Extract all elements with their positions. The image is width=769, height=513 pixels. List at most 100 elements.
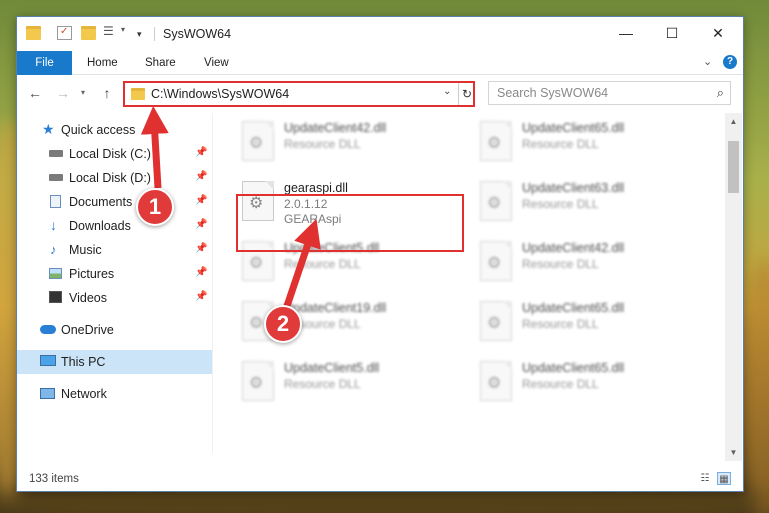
pin-icon[interactable]: 📌 (195, 291, 207, 302)
sidebar-item-label: This PC (61, 355, 106, 369)
maximize-button[interactable]: ☐ (649, 17, 695, 49)
computer-icon (40, 355, 56, 366)
file-tile[interactable]: ⚙ UpdateClient63.dll Resource DLL (472, 175, 702, 227)
file-description: Resource DLL (522, 137, 599, 151)
properties-icon[interactable]: ✓ (57, 26, 72, 40)
documents-icon (50, 195, 61, 208)
sidebar-item-music[interactable]: ♪ Music 📌 (17, 238, 212, 262)
pin-icon[interactable]: 📌 (195, 219, 207, 230)
file-name: UpdateClient19.dll (284, 301, 387, 315)
search-input[interactable]: Search SysWOW64 ⌕ (488, 81, 731, 105)
sidebar-item-quick-access[interactable]: ★ Quick access (17, 118, 212, 142)
file-tile[interactable]: ⚙ UpdateClient5.dll Resource DLL (234, 355, 464, 407)
sidebar-item-local-disk-c[interactable]: Local Disk (C:) 📌 (17, 142, 212, 166)
dll-file-icon: ⚙ (480, 301, 512, 341)
up-arrow-icon[interactable]: ↑ (97, 83, 117, 103)
scroll-down-icon[interactable]: ▼ (725, 444, 742, 461)
file-tile[interactable]: ⚙ UpdateClient42.dll Resource DLL (472, 235, 702, 287)
sidebar-item-local-disk-d[interactable]: Local Disk (D:) 📌 (17, 166, 212, 190)
pin-icon[interactable]: 📌 (195, 147, 207, 158)
file-description: Resource DLL (284, 137, 361, 151)
sidebar-item-label: Documents (69, 195, 133, 209)
forward-arrow-icon[interactable]: → (53, 83, 73, 103)
drive-icon (49, 150, 63, 157)
sidebar-item-downloads[interactable]: ↓ Downloads 📌 (17, 214, 212, 238)
pin-icon[interactable]: 📌 (195, 195, 207, 206)
tab-view[interactable]: View (204, 51, 229, 75)
details-view-icon[interactable]: ☷ (698, 472, 712, 485)
sidebar-item-pictures[interactable]: Pictures 📌 (17, 262, 212, 286)
title-bar: ✓ ☰ ▾ ▾ SysWOW64 — ☐ ✕ (17, 17, 743, 51)
close-button[interactable]: ✕ (695, 17, 741, 49)
search-placeholder: Search SysWOW64 (497, 86, 609, 100)
file-description: Resource DLL (522, 197, 599, 211)
tab-file[interactable]: File (17, 51, 72, 75)
file-description: Resource DLL (284, 257, 361, 271)
scroll-thumb[interactable] (728, 141, 739, 193)
dll-file-icon: ⚙ (480, 361, 512, 401)
sidebar-item-label: Quick access (61, 123, 136, 137)
ribbon-tabs: File Home Share View ⌄ ? (17, 51, 743, 75)
sidebar-item-label: OneDrive (61, 323, 114, 337)
search-icon[interactable]: ⌕ (717, 85, 724, 101)
sidebar-item-this-pc[interactable]: This PC (17, 350, 212, 374)
sidebar-item-videos[interactable]: Videos 📌 (17, 286, 212, 310)
back-arrow-icon[interactable]: ← (25, 83, 45, 103)
file-name: UpdateClient65.dll (522, 361, 625, 375)
divider (154, 27, 155, 41)
sidebar-item-onedrive[interactable]: OneDrive (17, 318, 212, 342)
pin-icon[interactable]: 📌 (195, 243, 207, 254)
dll-file-icon: ⚙ (242, 361, 274, 401)
pictures-icon (49, 268, 62, 279)
dll-file-icon: ⚙ (480, 121, 512, 161)
file-name: UpdateClient5.dll (284, 361, 380, 375)
scroll-up-icon[interactable]: ▲ (725, 113, 742, 130)
music-icon: ♪ (50, 242, 57, 257)
cloud-icon (40, 325, 56, 334)
recent-locations-icon[interactable]: ▾ (77, 83, 89, 103)
tab-share[interactable]: Share (145, 51, 176, 75)
file-name: UpdateClient42.dll (522, 241, 625, 255)
pin-icon[interactable]: 📌 (195, 171, 207, 182)
folder-icon (131, 88, 145, 100)
tiles-view-icon[interactable]: ▦ (717, 472, 731, 485)
file-name: gearaspi.dll (284, 181, 348, 195)
tab-home[interactable]: Home (87, 51, 118, 75)
file-description: Resource DLL (522, 377, 599, 391)
wallpaper-blob (740, 260, 769, 513)
drive-icon (49, 174, 63, 181)
customize-toolbar-icon[interactable]: ☰ ▾ (103, 24, 133, 40)
vertical-scrollbar[interactable]: ▲ ▼ (725, 113, 742, 461)
sidebar-item-label: Music (69, 243, 102, 257)
file-tile[interactable]: ⚙ UpdateClient65.dll Resource DLL (472, 355, 702, 407)
sidebar-item-label: Downloads (69, 219, 131, 233)
file-description: Resource DLL (284, 377, 361, 391)
help-icon[interactable]: ? (723, 55, 737, 69)
chevron-down-icon[interactable]: ▾ (137, 26, 147, 40)
sidebar-item-documents[interactable]: Documents 📌 (17, 190, 212, 214)
sidebar-item-label: Videos (69, 291, 107, 305)
file-tile[interactable]: ⚙ UpdateClient42.dll Resource DLL (234, 115, 464, 167)
window-title: SysWOW64 (163, 27, 232, 41)
address-dropdown-icon[interactable]: ⌄ (443, 86, 451, 97)
pin-icon[interactable]: 📌 (195, 267, 207, 278)
refresh-icon[interactable]: ↻ (458, 83, 475, 105)
sidebar-item-label: Network (61, 387, 107, 401)
file-name: UpdateClient63.dll (522, 181, 625, 195)
sidebar-item-network[interactable]: Network (17, 382, 212, 406)
file-explorer-window: ✓ ☰ ▾ ▾ SysWOW64 — ☐ ✕ File Home Share V… (16, 16, 744, 492)
address-bar[interactable]: C:\Windows\SysWOW64 ⌄ ↻ (123, 81, 475, 107)
file-description: Resource DLL (522, 257, 599, 271)
file-tile[interactable]: ⚙ UpdateClient65.dll Resource DLL (472, 295, 702, 347)
dll-file-icon: ⚙ (480, 181, 512, 221)
address-path[interactable]: C:\Windows\SysWOW64 (151, 87, 289, 101)
videos-icon (49, 291, 62, 303)
new-folder-icon[interactable] (81, 26, 96, 40)
status-bar: 133 items ☷ ▦ (17, 467, 743, 491)
file-name: UpdateClient65.dll (522, 121, 625, 135)
step-badge-2: 2 (264, 305, 302, 343)
file-description: Resource DLL (522, 317, 599, 331)
expand-ribbon-icon[interactable]: ⌄ (703, 55, 712, 68)
file-tile[interactable]: ⚙ UpdateClient65.dll Resource DLL (472, 115, 702, 167)
minimize-button[interactable]: — (603, 17, 649, 49)
